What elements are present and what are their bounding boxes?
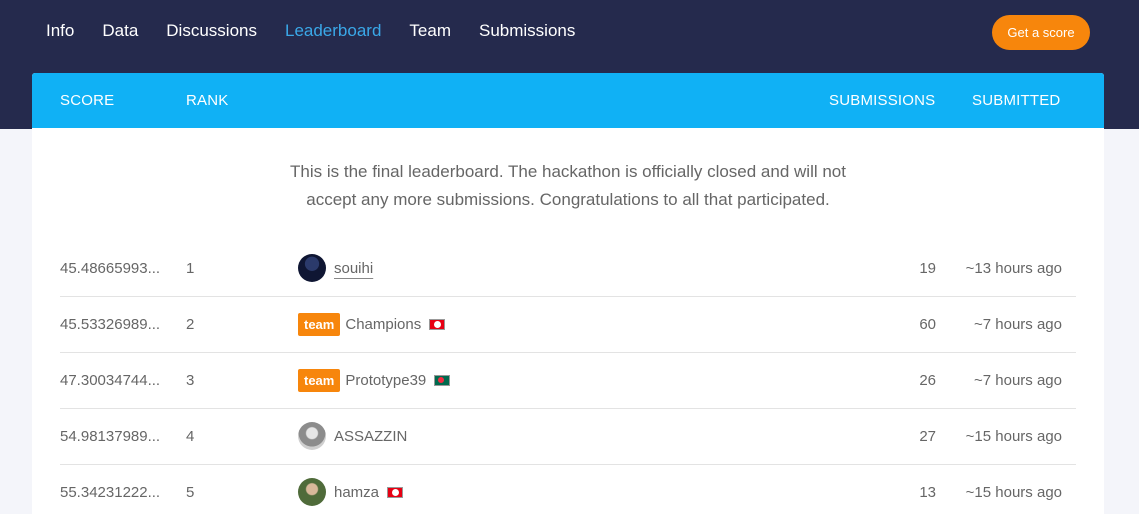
row-rank: 2 (186, 316, 195, 333)
team-badge: team (298, 368, 341, 392)
participant-name-link[interactable]: souihi (334, 260, 373, 277)
header-submitted[interactable]: SUBMITTED (972, 92, 1060, 109)
bangladesh-flag-icon (434, 374, 451, 386)
row-score: 45.48665993... (60, 260, 161, 277)
nav-submissions[interactable]: Submissions (479, 20, 575, 42)
notice-line-2: accept any more submissions. Congratulat… (306, 190, 830, 209)
row-submissions: 27 (919, 428, 936, 445)
row-rank: 5 (186, 484, 195, 501)
leaderboard-row: 45.53326989... 2 team Champions 60 ~7 ho… (60, 297, 1076, 353)
row-submissions: 26 (919, 372, 936, 389)
row-score: 54.98137989... (60, 428, 161, 445)
row-submitted: ~13 hours ago (965, 260, 1062, 277)
leaderboard-row: 54.98137989... 4 ASSAZZIN 27 ~15 hours a… (60, 409, 1076, 465)
leaderboard-row: 47.30034744... 3 team Prototype39 26 ~7 … (60, 353, 1076, 409)
team-badge: team (298, 312, 341, 336)
row-participant: ASSAZZIN (298, 421, 407, 451)
leaderboard-header: SCORE RANK SUBMISSIONS SUBMITTED (32, 73, 1104, 128)
get-a-score-button[interactable]: Get a score (992, 15, 1090, 50)
participant-name[interactable]: ASSAZZIN (334, 428, 407, 445)
nav-discussions[interactable]: Discussions (166, 20, 257, 42)
tunisia-flag-icon (387, 486, 404, 498)
row-submitted: ~7 hours ago (974, 372, 1062, 389)
nav-info[interactable]: Info (46, 20, 74, 42)
participant-name[interactable]: hamza (334, 484, 379, 501)
row-submitted: ~15 hours ago (965, 428, 1062, 445)
row-participant: souihi (298, 253, 373, 283)
header-rank[interactable]: RANK (186, 92, 228, 109)
nav-team[interactable]: Team (409, 20, 451, 42)
row-participant: team Champions (298, 309, 446, 339)
avatar[interactable] (298, 422, 326, 450)
notice-line-1: This is the final leaderboard. The hacka… (290, 162, 846, 181)
row-rank: 1 (186, 260, 195, 277)
row-participant: team Prototype39 (298, 365, 451, 395)
row-score: 47.30034744... (60, 372, 161, 389)
team-name[interactable]: Champions (345, 316, 421, 333)
row-participant: hamza (298, 477, 404, 507)
nav-data[interactable]: Data (102, 20, 138, 42)
nav-leaderboard[interactable]: Leaderboard (285, 20, 381, 42)
row-submissions: 13 (919, 484, 936, 501)
team-name[interactable]: Prototype39 (345, 372, 426, 389)
leaderboard-row: 55.34231222... 5 hamza 13 ~15 hours ago (60, 465, 1076, 514)
row-score: 45.53326989... (60, 316, 161, 333)
tunisia-flag-icon (429, 318, 446, 330)
row-submitted: ~15 hours ago (965, 484, 1062, 501)
leaderboard-card: SCORE RANK SUBMISSIONS SUBMITTED This is… (32, 73, 1104, 514)
header-submissions[interactable]: SUBMISSIONS (829, 92, 935, 109)
main-nav: Info Data Discussions Leaderboard Team S… (46, 20, 603, 42)
header-score[interactable]: SCORE (60, 92, 114, 109)
row-submissions: 60 (919, 316, 936, 333)
row-submissions: 19 (919, 260, 936, 277)
leaderboard-row: 45.48665993... 1 souihi 19 ~13 hours ago (60, 241, 1076, 297)
final-notice: This is the final leaderboard. The hacka… (32, 158, 1104, 214)
row-rank: 4 (186, 428, 195, 445)
row-rank: 3 (186, 372, 195, 389)
avatar[interactable] (298, 478, 326, 506)
avatar[interactable] (298, 254, 326, 282)
row-score: 55.34231222... (60, 484, 161, 501)
row-submitted: ~7 hours ago (974, 316, 1062, 333)
